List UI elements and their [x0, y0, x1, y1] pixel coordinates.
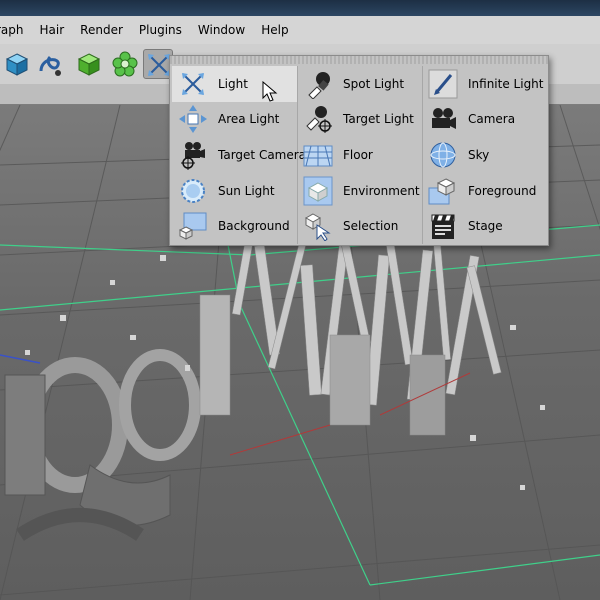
palette-item-label: Sun Light [218, 183, 275, 198]
camera-icon [426, 102, 460, 136]
palette-item-label: Infinite Light [468, 76, 544, 91]
palette-item-floor[interactable]: Floor [297, 137, 422, 173]
sky-icon [426, 138, 460, 172]
palette-item-spot-light[interactable]: Spot Light [297, 66, 422, 102]
foreground-icon [426, 174, 460, 208]
spline-icon [39, 55, 61, 76]
target-light-icon [301, 102, 335, 136]
palette-item-label: Floor [343, 147, 373, 162]
palette-item-label: Selection [343, 219, 399, 234]
palette-item-camera[interactable]: Camera [422, 102, 546, 138]
palette-item-label: Target Camera [218, 147, 307, 162]
palette-item-sun-light[interactable]: Sun Light [172, 173, 297, 209]
palette-item-label: Light [218, 76, 248, 91]
palette-item-label: Background [218, 219, 290, 234]
floor-icon [301, 138, 335, 172]
palette-item-label: Area Light [218, 112, 280, 127]
window-title-strip [0, 0, 600, 16]
palette-item-label: Sky [468, 147, 490, 162]
light-arrows-icon [176, 67, 210, 101]
generator-icon [77, 53, 101, 76]
palette-item-selection[interactable]: Selection [297, 208, 422, 244]
stage-icon [426, 209, 460, 243]
palette-item-sky[interactable]: Sky [422, 137, 546, 173]
infinite-light-icon [426, 67, 460, 101]
deformer-tool-button[interactable] [110, 49, 140, 79]
menu-bar: raph Hair Render Plugins Window Help [0, 16, 600, 45]
target-camera-icon [176, 138, 210, 172]
menu-plugins[interactable]: Plugins [131, 23, 190, 37]
generator-tool-button[interactable] [74, 49, 104, 79]
menu-render[interactable]: Render [72, 23, 131, 37]
cube-icon [5, 53, 29, 76]
menu-hair[interactable]: Hair [32, 23, 73, 37]
palette-item-target-camera[interactable]: Target Camera [172, 137, 306, 173]
palette-item-foreground[interactable]: Foreground [422, 173, 546, 209]
menu-window[interactable]: Window [190, 23, 253, 37]
palette-item-label: Environment [343, 183, 420, 198]
environment-icon [301, 174, 335, 208]
palette-item-label: Spot Light [343, 76, 405, 91]
background-icon [176, 209, 210, 243]
menu-help[interactable]: Help [253, 23, 296, 37]
palette-item-stage[interactable]: Stage [422, 208, 546, 244]
menu-graph[interactable]: raph [0, 23, 32, 37]
cube-tool-button[interactable] [2, 49, 32, 79]
sun-light-icon [176, 174, 210, 208]
area-light-icon [176, 102, 210, 136]
spot-light-icon [301, 67, 335, 101]
palette-item-label: Stage [468, 219, 503, 234]
palette-item-target-light[interactable]: Target Light [297, 102, 422, 138]
palette-item-environment[interactable]: Environment [297, 173, 422, 209]
palette-grip[interactable] [170, 56, 548, 64]
palette-item-area-light[interactable]: Area Light [172, 102, 297, 138]
mouse-pointer-icon [262, 81, 278, 102]
spline-tool-button[interactable] [36, 49, 66, 79]
deformer-flower-icon [112, 51, 138, 77]
palette-item-label: Foreground [468, 183, 537, 198]
palette-item-label: Camera [468, 112, 516, 127]
light-objects-palette: Light Spot Light Infinite Light Area Lig… [169, 55, 549, 246]
palette-item-infinite-light[interactable]: Infinite Light [422, 66, 546, 102]
palette-item-light[interactable]: Light [172, 66, 297, 102]
palette-item-background[interactable]: Background [172, 208, 297, 244]
palette-item-label: Target Light [343, 112, 414, 127]
selection-icon [301, 209, 335, 243]
